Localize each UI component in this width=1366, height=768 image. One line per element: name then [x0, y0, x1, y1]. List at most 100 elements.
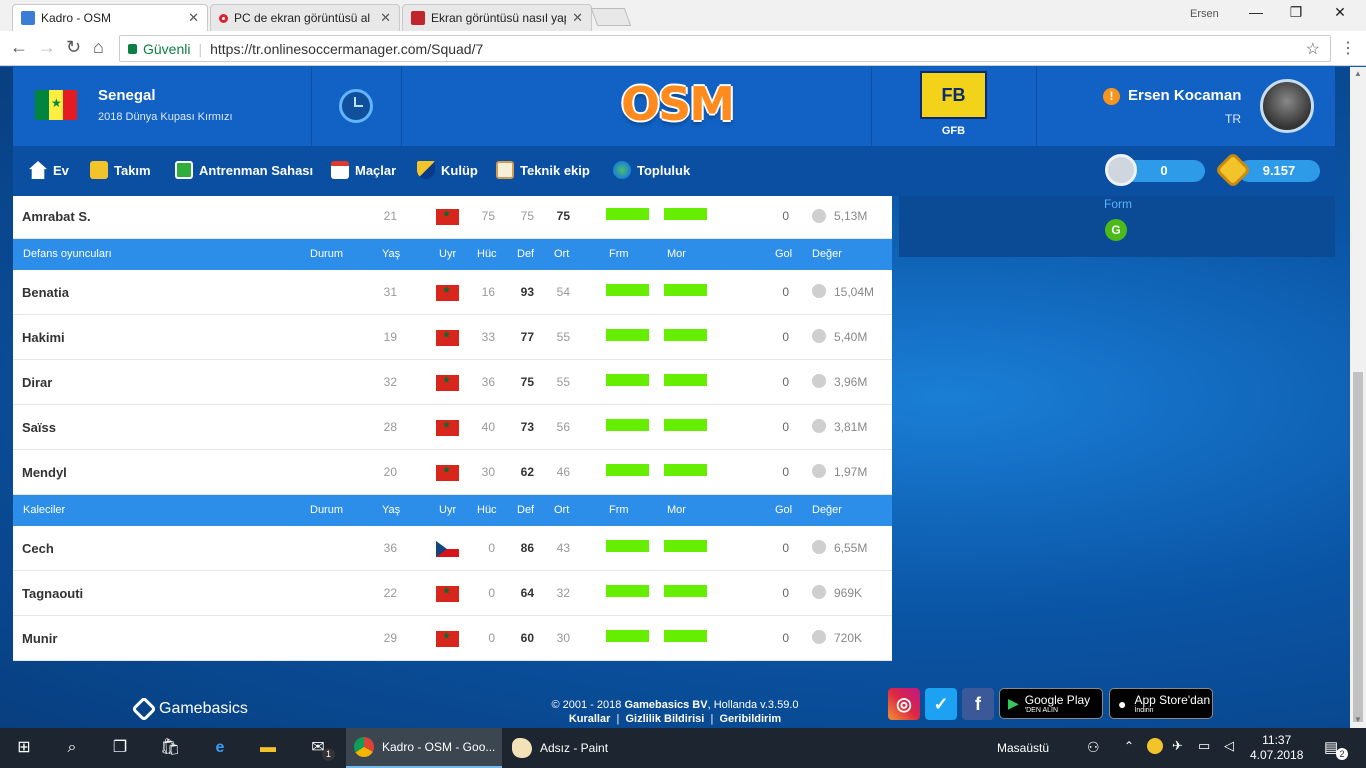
tab-pc-screenshot[interactable]: PC de ekran görüntüsü al ✕	[210, 4, 400, 31]
player-name[interactable]: Tagnaouti	[22, 586, 83, 601]
twitter-icon[interactable]: ✓	[925, 688, 957, 720]
coin-balance[interactable]: 9.157	[1238, 160, 1320, 182]
player-name[interactable]: Dirar	[22, 375, 52, 390]
col-midfield[interactable]: Ort	[554, 248, 569, 260]
col-defence[interactable]: Def	[517, 504, 534, 516]
tab-ekran-goruntusu[interactable]: Ekran görüntüsü nasıl yap ✕	[402, 4, 592, 31]
close-icon[interactable]: ✕	[572, 10, 583, 26]
task-view-icon[interactable]: ❐	[110, 738, 130, 758]
tab-kadro-osm[interactable]: Kadro - OSM ✕	[12, 4, 208, 31]
google-play-button[interactable]: ▶ Google Play 'DEN ALIN	[999, 688, 1103, 719]
col-morale[interactable]: Mor	[667, 504, 686, 516]
table-row[interactable]: Munir 29 0 60 30 0 720K	[13, 616, 892, 661]
nav-item-topluluk[interactable]: Topluluk	[613, 161, 690, 179]
forward-icon[interactable]: →	[38, 37, 56, 58]
store-icon[interactable]: 🛍	[160, 738, 180, 758]
reload-icon[interactable]: ↻	[66, 37, 81, 58]
gamebasics-logo[interactable]: Gamebasics	[131, 696, 248, 722]
player-name[interactable]: Mendyl	[22, 465, 67, 480]
instagram-icon[interactable]: ◎	[888, 688, 920, 720]
file-explorer-icon[interactable]: ▬	[258, 738, 278, 758]
col-goals[interactable]: Gol	[775, 248, 792, 260]
col-age[interactable]: Yaş	[382, 248, 400, 260]
nav-item-ev[interactable]: Ev	[29, 161, 69, 179]
table-row[interactable]: Benatia 31 16 93 54 0 15,04M	[13, 270, 892, 315]
col-age[interactable]: Yaş	[382, 504, 400, 516]
col-form[interactable]: Frm	[609, 248, 629, 260]
close-icon[interactable]: ✕	[188, 10, 199, 26]
page-scrollbar[interactable]: ▲ ▼	[1350, 67, 1366, 728]
col-nationality[interactable]: Uyr	[439, 504, 456, 516]
profile-name[interactable]: Ersen	[1190, 8, 1219, 20]
scrollbar-thumb[interactable]	[1353, 372, 1363, 722]
app-store-button[interactable]: ● App Store'dan İndirin	[1109, 688, 1213, 719]
restore-icon[interactable]: ❐	[1276, 4, 1316, 21]
piggy-bank-icon[interactable]	[1105, 154, 1137, 186]
col-goals[interactable]: Gol	[775, 504, 792, 516]
chevron-up-icon[interactable]: ⌃	[1124, 739, 1134, 753]
table-row[interactable]: Amrabat S. 21 75 75 75 0 5,13M	[13, 196, 892, 239]
nav-item-maclar[interactable]: Maçlar	[331, 161, 396, 179]
scroll-down-icon[interactable]: ▼	[1354, 715, 1362, 724]
back-icon[interactable]: ←	[10, 37, 28, 58]
chrome-menu-icon[interactable]: ⋮	[1340, 38, 1356, 58]
home-icon[interactable]: ⌂	[93, 37, 104, 58]
avatar[interactable]	[1260, 79, 1314, 133]
col-form[interactable]: Frm	[609, 504, 629, 516]
system-clock[interactable]: 11:37 4.07.2018	[1250, 733, 1303, 763]
table-row[interactable]: Tagnaouti 22 0 64 32 0 969K	[13, 571, 892, 616]
player-name[interactable]: Amrabat S.	[22, 209, 91, 224]
windows-start-icon[interactable]: ⊞	[14, 738, 34, 758]
col-value[interactable]: Değer	[812, 248, 842, 260]
col-attack[interactable]: Hüc	[477, 504, 497, 516]
facebook-icon[interactable]: f	[962, 688, 994, 720]
battery-icon[interactable]: ▭	[1198, 738, 1210, 754]
col-value[interactable]: Değer	[812, 504, 842, 516]
col-morale[interactable]: Mor	[667, 248, 686, 260]
scroll-up-icon[interactable]: ▲	[1354, 69, 1362, 78]
desktop-label[interactable]: Masaüstü	[997, 741, 1049, 755]
taskbar-app-chrome[interactable]: Kadro - OSM - Goo...	[346, 728, 502, 768]
link-gizlilik[interactable]: Gizlilik Bildirisi	[625, 713, 704, 725]
col-status[interactable]: Durum	[310, 504, 343, 516]
nav-item-antrenman[interactable]: Antrenman Sahası	[175, 161, 313, 179]
table-row[interactable]: Dirar 32 36 75 55 0 3,96M	[13, 360, 892, 405]
col-nationality[interactable]: Uyr	[439, 248, 456, 260]
close-window-icon[interactable]: ✕	[1320, 4, 1360, 21]
user-name[interactable]: Ersen Kocaman	[1128, 87, 1241, 104]
player-name[interactable]: Cech	[22, 541, 54, 556]
player-name[interactable]: Benatia	[22, 285, 69, 300]
coin-icon[interactable]	[1214, 151, 1252, 189]
col-midfield[interactable]: Ort	[554, 504, 569, 516]
link-geribildirim[interactable]: Geribildirim	[719, 713, 781, 725]
table-row[interactable]: Hakimi 19 33 77 55 0 5,40M	[13, 315, 892, 360]
tray-app-icon[interactable]	[1147, 738, 1163, 754]
col-defence[interactable]: Def	[517, 248, 534, 260]
new-tab-button[interactable]	[590, 8, 632, 26]
nav-item-kulup[interactable]: Kulüp	[417, 161, 478, 179]
url-field[interactable]: Güvenli | https://tr.onlinesoccermanager…	[119, 35, 1331, 62]
nav-item-teknik-ekip[interactable]: Teknik ekip	[496, 161, 590, 179]
col-status[interactable]: Durum	[310, 248, 343, 260]
clock-icon[interactable]	[339, 89, 373, 123]
volume-icon[interactable]: ◁	[1224, 738, 1234, 754]
alert-icon[interactable]: !	[1103, 88, 1120, 105]
edge-icon[interactable]: e	[210, 738, 230, 758]
club-badge-icon[interactable]: FB	[920, 71, 987, 119]
search-icon[interactable]: ⌕	[62, 738, 82, 758]
taskbar-app-paint[interactable]: Adsız - Paint	[504, 728, 660, 768]
col-attack[interactable]: Hüc	[477, 248, 497, 260]
nav-item-takim[interactable]: Takım	[90, 161, 151, 179]
bookmark-star-icon[interactable]: ☆	[1306, 39, 1320, 59]
secure-indicator[interactable]: Güvenli	[128, 41, 190, 57]
player-name[interactable]: Hakimi	[22, 330, 65, 345]
player-name[interactable]: Munir	[22, 631, 57, 646]
close-icon[interactable]: ✕	[380, 10, 391, 26]
minimize-icon[interactable]: —	[1236, 4, 1276, 20]
table-row[interactable]: Saïss 28 40 73 56 0 3,81M	[13, 405, 892, 450]
table-row[interactable]: Mendyl 20 30 62 46 0 1,97M	[13, 450, 892, 495]
osm-logo[interactable]: OSM	[621, 77, 735, 131]
link-kurallar[interactable]: Kurallar	[569, 713, 611, 725]
player-name[interactable]: Saïss	[22, 420, 56, 435]
airplane-icon[interactable]: ✈	[1172, 738, 1183, 754]
